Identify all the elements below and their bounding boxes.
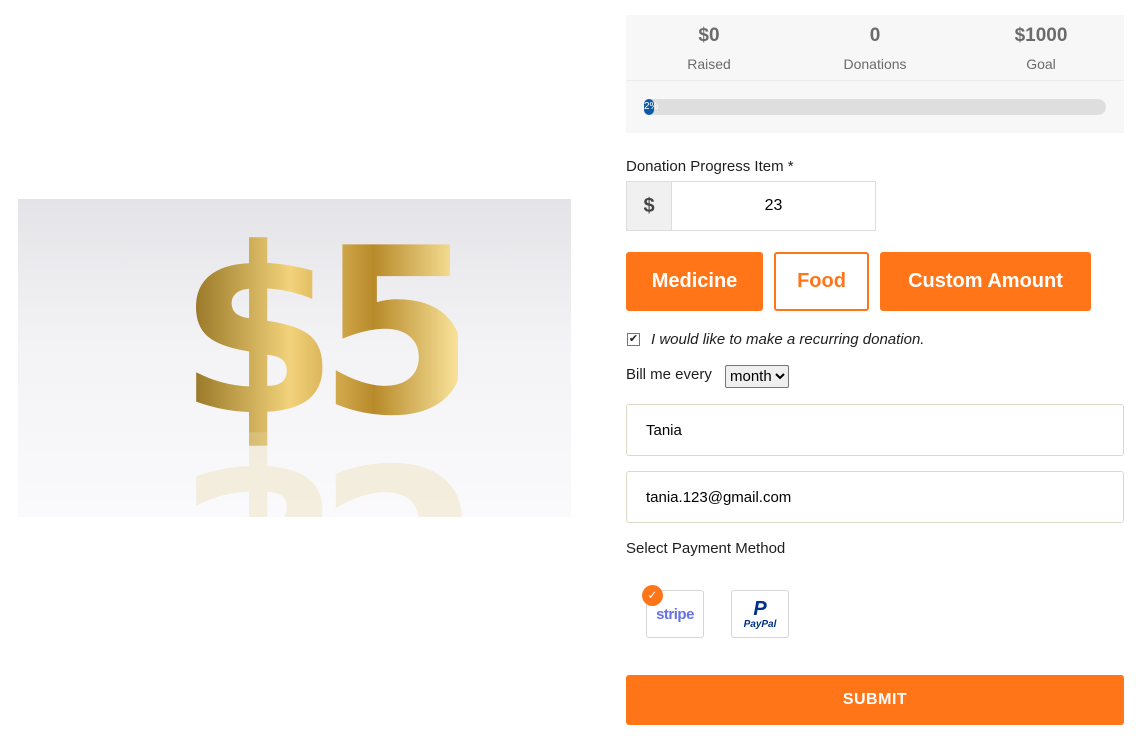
dollar-five-reflection: $5	[178, 411, 458, 517]
stripe-logo: stripe	[656, 605, 694, 623]
progress-fill: 2%	[644, 99, 658, 115]
amount-input[interactable]	[672, 182, 875, 230]
option-medicine-button[interactable]: Medicine	[626, 252, 763, 311]
name-input[interactable]	[626, 404, 1124, 456]
raised-value: $0	[698, 25, 720, 46]
raised-label: Raised	[687, 56, 731, 72]
selected-check-icon: ✓	[642, 585, 663, 606]
email-input[interactable]	[626, 471, 1124, 523]
recurring-label: I would like to make a recurring donatio…	[651, 331, 925, 348]
goal-label: Goal	[1026, 56, 1056, 72]
paypal-option[interactable]: P PayPal	[731, 590, 789, 638]
amount-label: Donation Progress Item *	[626, 158, 794, 175]
option-food-button[interactable]: Food	[774, 252, 869, 311]
option-custom-amount-button[interactable]: Custom Amount	[880, 252, 1091, 311]
donation-stats-panel: $0 Raised 0 Donations $1000 Goal 2%	[626, 15, 1124, 133]
bill-label: Bill me every	[626, 366, 712, 383]
payment-label: Select Payment Method	[626, 540, 786, 557]
recurring-checkbox[interactable]: ✔	[627, 333, 640, 346]
donation-hero-image: $5 $5	[18, 199, 571, 517]
donations-label: Donations	[843, 56, 907, 72]
divider	[626, 80, 1124, 81]
stat-goal: $1000 Goal	[958, 25, 1124, 72]
currency-symbol: $	[627, 182, 672, 230]
progress-bar: 2%	[644, 99, 1106, 115]
goal-value: $1000	[1014, 25, 1068, 46]
amount-field: $	[626, 181, 876, 231]
donations-value: 0	[869, 25, 881, 46]
stat-raised: $0 Raised	[626, 25, 792, 72]
stat-donations: 0 Donations	[792, 25, 958, 72]
interval-select[interactable]: month	[725, 365, 789, 388]
submit-button[interactable]: SUBMIT	[626, 675, 1124, 725]
paypal-icon: P	[753, 597, 767, 620]
paypal-logo: PayPal	[743, 618, 777, 630]
